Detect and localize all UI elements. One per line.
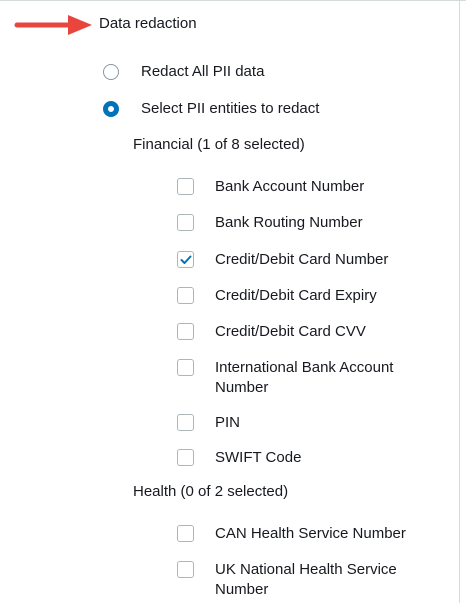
- checkbox-label: Bank Routing Number: [215, 214, 363, 231]
- checkbox[interactable]: [177, 359, 194, 376]
- checkbox-label: CAN Health Service Number: [215, 525, 406, 542]
- checkbox-row[interactable]: PIN: [177, 413, 435, 433]
- checkbox-label: Credit/Debit Card Expiry: [215, 287, 377, 304]
- data-redaction-panel: Data redaction Redact All PII data Selec…: [0, 0, 466, 603]
- radio-label: Select PII entities to redact: [141, 100, 320, 117]
- checkmark-icon: [180, 255, 191, 264]
- checkbox[interactable]: [177, 525, 194, 542]
- checkbox[interactable]: [177, 214, 194, 231]
- checkbox-label: PIN: [215, 414, 241, 431]
- health-group-title: Health (0 of 2 selected): [133, 483, 289, 500]
- checkbox[interactable]: [177, 178, 194, 195]
- checkbox-row[interactable]: Credit/Debit Card Number: [177, 250, 435, 270]
- checkbox-label: SWIFT Code: [215, 449, 302, 466]
- checkbox-row[interactable]: Credit/Debit Card Expiry: [177, 286, 435, 306]
- radio-button[interactable]: [103, 64, 119, 80]
- checkbox[interactable]: [177, 449, 194, 466]
- checkbox-checked[interactable]: [177, 251, 194, 268]
- checkbox[interactable]: [177, 414, 194, 431]
- checkbox-row[interactable]: International Bank Account Number: [177, 358, 435, 398]
- checkbox-row[interactable]: Credit/Debit Card CVV: [177, 322, 435, 342]
- arrow-right-icon: [14, 15, 92, 35]
- checkbox-row[interactable]: UK National Health Service Number: [177, 560, 435, 600]
- checkbox[interactable]: [177, 323, 194, 340]
- financial-group-title: Financial (1 of 8 selected): [133, 136, 305, 153]
- checkbox[interactable]: [177, 287, 194, 304]
- section-title: Data redaction: [99, 15, 197, 32]
- checkbox-label: International Bank Account Number: [215, 359, 394, 396]
- checkbox-label: Credit/Debit Card CVV: [215, 323, 366, 340]
- radio-redact-all[interactable]: Redact All PII data: [103, 61, 264, 83]
- checkbox[interactable]: [177, 561, 194, 578]
- checkbox-row[interactable]: Bank Account Number: [177, 177, 435, 197]
- panel-border-right: [459, 0, 460, 603]
- radio-select-entities[interactable]: Select PII entities to redact: [103, 98, 319, 120]
- radio-label: Redact All PII data: [141, 63, 265, 80]
- checkbox-label: Bank Account Number: [215, 178, 365, 195]
- panel-border-top: [0, 0, 466, 1]
- checkbox-row[interactable]: SWIFT Code: [177, 448, 435, 468]
- checkbox-label: UK National Health Service Number: [215, 561, 397, 598]
- checkbox-row[interactable]: Bank Routing Number: [177, 213, 435, 233]
- radio-button-selected[interactable]: [103, 101, 119, 117]
- checkbox-label: Credit/Debit Card Number: [215, 251, 389, 268]
- checkbox-row[interactable]: CAN Health Service Number: [177, 524, 435, 544]
